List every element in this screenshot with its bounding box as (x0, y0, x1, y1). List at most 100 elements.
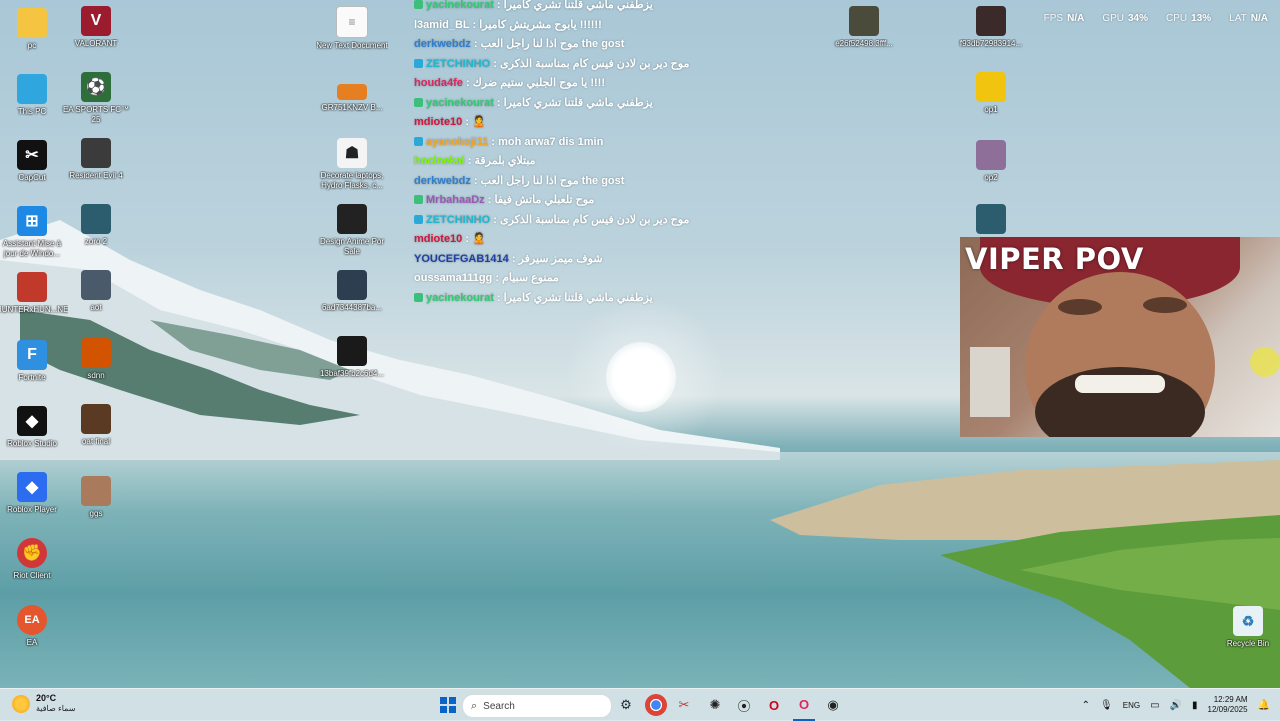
battery-icon[interactable]: ▮ (1192, 700, 1198, 711)
desktop-icon-ea-fc[interactable]: ⚽ EA SPORTS FC™ 25 (60, 72, 132, 125)
chat-badge-icon (414, 0, 423, 9)
lat-value: N/A (1250, 13, 1268, 24)
chat-username: mdiote10 (414, 116, 463, 128)
desktop-icon-label: This PC (17, 107, 47, 116)
desktop-icon-sdnn[interactable]: sdnn (60, 338, 132, 381)
desktop-icon-zoro[interactable]: zoro 2 (60, 204, 132, 247)
chat-text: موح تلعبلي ماتش فيفا (494, 194, 595, 206)
taskbar-snipping-tool[interactable]: ✂ (673, 689, 695, 721)
taskbar: 20°C سماء صافية ⌕ Search ⚙ ✂ ✺ ⦿ O O ◉ ⌃… (0, 688, 1280, 721)
desktop-icon-aot[interactable]: aot (60, 270, 132, 313)
image-icon (337, 84, 367, 100)
taskbar-location-app[interactable]: ⦿ (733, 689, 755, 721)
chat-text: يزطفني ماشي قلتنا تشري كاميرا (503, 96, 653, 109)
desktop-icon-op1[interactable]: op1 (955, 72, 1027, 115)
desktop-icon-new-text-document[interactable]: ≡ New Text Document (316, 6, 388, 51)
notification-bell-icon[interactable]: 🔔 (1258, 700, 1270, 711)
volume-icon[interactable]: 🔊 (1170, 700, 1182, 711)
opera-icon: O (768, 697, 780, 713)
desktop-icon-label: New Text Document (316, 41, 388, 50)
taskbar-chatgpt[interactable]: ✺ (704, 689, 726, 721)
clock[interactable]: 12:29 AM 12/09/2025 (1208, 695, 1248, 715)
taskbar-opera[interactable]: O (763, 689, 785, 721)
desktop-icon-decorate[interactable]: ☗ Decorate laptops, Hydro Flasks, c... (316, 138, 388, 191)
fortnite-icon: F (17, 340, 47, 370)
chat-message: l3amid_BL : يابوح مشريتش كاميرا !!!!!! (414, 16, 714, 36)
search-placeholder: Search (483, 700, 515, 712)
chat-text: موح دير بن لادن فيس كام بمناسبة الذكرى (499, 57, 690, 70)
image-icon (976, 6, 1006, 36)
desktop-icon-label: zoro 2 (84, 237, 108, 246)
performance-overlay: FPS N/A GPU 34% CPU 13% LAT N/A (1044, 13, 1268, 24)
taskbar-opera-gx[interactable]: O (793, 689, 815, 721)
chat-separator: : (462, 116, 473, 128)
image-icon (976, 72, 1006, 102)
gpu-value: 34% (1128, 13, 1149, 24)
desktop-icon-label: f93db72983914... (959, 39, 1023, 48)
chat-text: يابوح مشريتش كاميرا !!!!!! (479, 18, 602, 31)
desktop-icon-valorant[interactable]: V VALORANT (60, 6, 132, 49)
desktop-icon-ea[interactable]: EA EA (0, 605, 68, 648)
desktop-icon-recycle-bin[interactable]: ♻ Recycle Bin (1212, 606, 1280, 649)
desktop-icon-pc-folder[interactable]: pc (0, 8, 68, 51)
network-icon[interactable]: ▭ (1150, 700, 1159, 711)
taskbar-steam[interactable]: ⚙ (615, 689, 637, 721)
microphone-icon[interactable]: 🎙 (1100, 700, 1113, 711)
desktop-icon-partial[interactable] (955, 204, 1027, 234)
chat-text: يا موح الجلبي ستيم ضرك !!!! (472, 77, 606, 89)
weather-widget[interactable]: 20°C سماء صافية (12, 693, 76, 714)
search-icon: ⌕ (471, 699, 478, 712)
chat-username: ZETCHINHO (426, 57, 491, 70)
desktop-icon-design-anime[interactable]: Design Anime Por Sale (316, 204, 388, 257)
desktop-icon-6ad73[interactable]: 6ad7344387ba... (316, 270, 388, 313)
taskbar-search-box[interactable]: ⌕ Search (462, 694, 612, 718)
language-indicator[interactable]: ENG (1123, 701, 1140, 710)
desktop-icon-hunter[interactable]: HUNTERxHUN...NENxIMPACT (0, 272, 68, 315)
desktop-icon-13baf[interactable]: 13baf39fb2c6d4... (316, 336, 388, 379)
chat-message: derkwebdz : موح اذا لنا راجل العب the go… (414, 172, 714, 192)
recycle-bin-icon: ♻ (1233, 606, 1263, 636)
chat-separator: : (490, 213, 500, 226)
desktop-icon-ggs[interactable]: ggs (60, 476, 132, 519)
sun-weather-icon (12, 694, 30, 713)
image-icon (81, 270, 111, 300)
desktop-icon-capcut[interactable]: ✂ CapCut (0, 140, 68, 183)
chat-message: mdiote10 : 🙎 (414, 113, 714, 133)
image-icon (81, 404, 111, 434)
desktop-icon-gr751[interactable]: GR751KNZV B... (316, 84, 388, 113)
chat-separator: : (470, 38, 481, 50)
wallpaper-sun-haze (560, 300, 730, 450)
desktop-icon-windows-assistant[interactable]: ⊞ Assistant Mise à jour de Windo... (0, 206, 68, 259)
desktop-icon-oat-final[interactable]: oat final (60, 404, 132, 447)
chat-text: ممنوع سبيام (502, 272, 559, 284)
desktop-icon-f93db[interactable]: f93db72983914... (955, 6, 1027, 49)
desktop-icon-label: HUNTERxHUN...NENxIMPACT (0, 305, 68, 314)
wallpaper-sun (606, 342, 676, 412)
chat-message: ZETCHINHO : موح دير بن لادن فيس كام بمنا… (414, 55, 714, 75)
chat-text: موح دير بن لادن فيس كام بمناسبة الذكرى (499, 213, 690, 226)
desktop-icon-e26f[interactable]: e26f52498.3fff... (828, 6, 900, 49)
desktop-icon-resident-evil[interactable]: Resident Evil 4 (60, 138, 132, 181)
image-icon (81, 204, 111, 234)
desktop-icon-op2[interactable]: op2 (955, 140, 1027, 183)
desktop-icon-roblox-player[interactable]: ◆ Roblox Player (0, 472, 68, 515)
chat-separator: : (493, 96, 504, 109)
wallpaper-grass-shore (770, 460, 1280, 688)
desktop-icon-label: e26f52498.3fff... (835, 39, 893, 48)
desktop-icon-this-pc[interactable]: This PC (0, 74, 68, 117)
chat-badge-icon (414, 214, 423, 224)
chat-badge-icon (414, 292, 423, 302)
chat-username: derkwebdz (414, 174, 471, 187)
desktop-icon-riot-client[interactable]: ✊ Riot Client (0, 538, 68, 581)
chat-username: YOUCEFGAB1414 (414, 252, 509, 265)
football-game-icon: ⚽ (81, 72, 111, 102)
desktop-icon-label: op1 (984, 105, 998, 114)
chat-username: hocinekai (414, 155, 465, 167)
taskbar-chrome[interactable] (645, 689, 667, 721)
taskbar-obs[interactable]: ◉ (822, 689, 844, 721)
chat-username: mdiote10 (414, 233, 463, 245)
start-button[interactable] (437, 689, 459, 721)
desktop-icon-fortnite[interactable]: F Fortnite (0, 340, 68, 383)
desktop-icon-roblox-studio[interactable]: ◆ Roblox Studio (0, 406, 68, 449)
chevron-up-icon[interactable]: ⌃ (1082, 700, 1090, 711)
